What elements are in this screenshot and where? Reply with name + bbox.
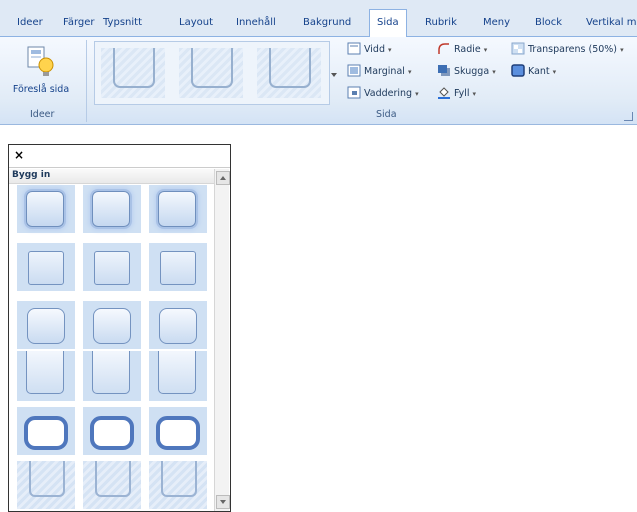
tab-ideer[interactable]: Ideer <box>17 10 43 36</box>
tab-block[interactable]: Block <box>535 10 562 36</box>
tab-rubrik[interactable]: Rubrik <box>425 10 457 36</box>
section-title: Bygg in <box>12 170 51 180</box>
marginal-button[interactable]: Marginal ▾ <box>347 64 411 77</box>
ribbon-tab-bar: Ideer Färger Typsnitt Layout Innehåll Ba… <box>0 0 637 38</box>
style-thumb[interactable] <box>83 461 141 509</box>
chevron-down-icon <box>220 500 226 504</box>
pane-header: × <box>9 145 230 168</box>
padding-icon <box>347 86 361 99</box>
suggest-page-label: Föreslå sida <box>12 84 70 95</box>
style-thumb[interactable] <box>83 301 141 349</box>
vaddering-label: Vaddering <box>364 88 413 99</box>
pane-scrollbar[interactable] <box>214 169 230 511</box>
page-style-gallery <box>94 41 330 105</box>
group-label-sida: Sida <box>376 109 397 120</box>
style-thumb[interactable] <box>149 407 207 455</box>
fyll-button[interactable]: Fyll ▾ <box>437 86 476 99</box>
marginal-label: Marginal <box>364 66 405 77</box>
tab-meny[interactable]: Meny <box>483 10 510 36</box>
close-icon[interactable]: × <box>14 148 24 162</box>
style-thumb[interactable] <box>149 351 207 401</box>
style-thumb[interactable] <box>17 185 75 233</box>
kant-button[interactable]: Kant ▾ <box>511 64 556 77</box>
style-thumb[interactable] <box>83 351 141 401</box>
chevron-up-icon <box>220 176 226 180</box>
fyll-label: Fyll <box>454 88 470 99</box>
vidd-button[interactable]: Vidd ▾ <box>347 42 392 55</box>
kant-label: Kant <box>528 66 550 77</box>
dialog-launcher-icon[interactable] <box>624 112 633 121</box>
tab-innehall[interactable]: Innehåll <box>236 10 276 36</box>
gallery-more-button[interactable] <box>329 41 339 103</box>
radie-label: Radie <box>454 44 481 55</box>
gallery-thumb[interactable] <box>101 48 165 98</box>
style-thumb[interactable] <box>149 243 207 291</box>
style-thumb[interactable] <box>17 461 75 509</box>
section-header: Bygg in <box>9 169 214 184</box>
transparency-icon <box>511 42 525 55</box>
tab-farger[interactable]: Färger <box>63 10 95 36</box>
style-thumb[interactable] <box>17 351 75 401</box>
group-separator <box>86 40 87 122</box>
ribbon-panel: Föreslå sida Ideer Vidd ▾ Marginal ▾ Vad… <box>0 37 637 125</box>
scroll-down-button[interactable] <box>216 495 230 509</box>
paint-bucket-icon <box>438 87 450 99</box>
radie-button[interactable]: Radie ▾ <box>437 42 487 55</box>
chevron-down-icon <box>331 73 337 77</box>
ribbon: Ideer Färger Typsnitt Layout Innehåll Ba… <box>0 0 637 126</box>
skugga-label: Skugga <box>454 66 490 77</box>
vidd-label: Vidd <box>364 44 385 55</box>
style-thumb[interactable] <box>17 407 75 455</box>
style-thumb[interactable] <box>149 301 207 349</box>
lightbulb-page-icon <box>27 46 54 76</box>
tab-sida[interactable]: Sida <box>369 9 407 38</box>
skugga-button[interactable]: Skugga ▾ <box>437 64 496 77</box>
style-grid <box>9 185 214 511</box>
transparens-button[interactable]: Transparens (50%) ▾ <box>511 42 624 55</box>
style-thumb[interactable] <box>83 185 141 233</box>
tab-layout[interactable]: Layout <box>179 10 213 36</box>
style-thumb[interactable] <box>17 243 75 291</box>
style-thumb[interactable] <box>83 407 141 455</box>
shadow-icon <box>438 65 450 76</box>
tab-vertikal[interactable]: Vertikal m <box>586 10 636 36</box>
transparens-label: Transparens (50%) <box>528 44 618 55</box>
gallery-thumb[interactable] <box>257 48 321 98</box>
vaddering-button[interactable]: Vaddering ▾ <box>347 86 419 99</box>
gallery-pane: × Bygg in <box>8 144 231 512</box>
style-thumb[interactable] <box>83 243 141 291</box>
margin-icon <box>347 64 361 77</box>
suggest-page-button[interactable]: Föreslå sida <box>3 41 79 105</box>
style-thumb[interactable] <box>149 185 207 233</box>
style-thumb[interactable] <box>17 301 75 349</box>
tab-bakgrund[interactable]: Bakgrund <box>303 10 351 36</box>
scroll-up-button[interactable] <box>216 171 230 185</box>
group-label-ideer: Ideer <box>30 109 55 120</box>
radius-icon <box>438 43 449 54</box>
style-thumb[interactable] <box>149 461 207 509</box>
border-icon <box>511 64 525 77</box>
gallery-thumb[interactable] <box>179 48 243 98</box>
width-icon <box>347 42 361 55</box>
tab-typsnitt[interactable]: Typsnitt <box>103 10 142 36</box>
